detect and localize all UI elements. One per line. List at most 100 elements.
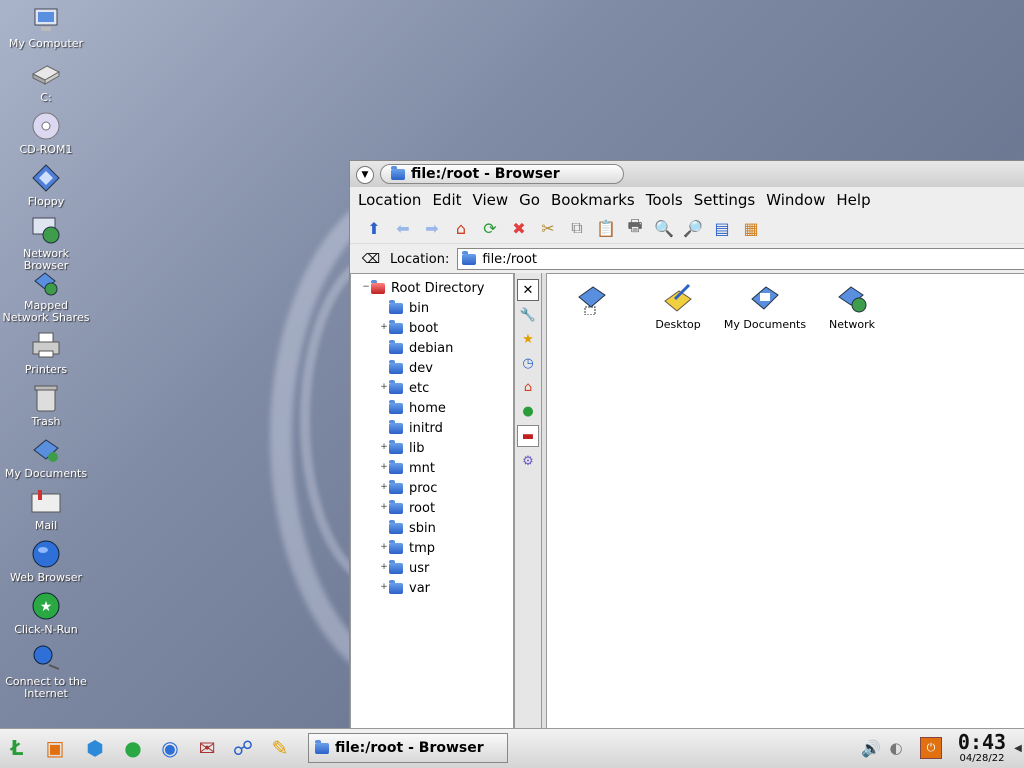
forward-arrow-icon[interactable]: ➡ — [420, 216, 444, 240]
browser-window: ▼ file:/root - Browser Location Edit Vie… — [349, 160, 1024, 730]
settings-knob-icon[interactable]: ◐ — [884, 733, 908, 763]
up-arrow-icon[interactable]: ⬆ — [362, 216, 386, 240]
menu-location[interactable]: Location — [358, 191, 421, 209]
network-globe-icon[interactable]: ● — [518, 401, 538, 421]
menu-bookmarks[interactable]: Bookmarks — [551, 191, 635, 209]
tree-item-debian[interactable]: debian — [379, 338, 453, 358]
menu-edit[interactable]: Edit — [432, 191, 461, 209]
tree-item-usr[interactable]: + usr — [379, 558, 429, 578]
tree-item-home[interactable]: home — [379, 398, 446, 418]
bookmarks-star-icon[interactable]: ★ — [518, 329, 538, 349]
desktop-icon-web-browser[interactable]: Web Browser — [0, 538, 92, 584]
expand-icon[interactable]: + — [379, 463, 389, 473]
window-menu-button[interactable]: ▼ — [356, 166, 374, 184]
tree-item-root[interactable]: + root — [379, 498, 435, 518]
desktop-icon-c-drive[interactable]: C: — [0, 58, 92, 104]
power-icon[interactable]: ⏻ — [918, 733, 944, 763]
history-clock-icon[interactable]: ◷ — [518, 353, 538, 373]
tree-root[interactable]: − Root Directory — [361, 278, 485, 298]
back-arrow-icon[interactable]: ⬅ — [391, 216, 415, 240]
tree-item-mnt[interactable]: + mnt — [379, 458, 435, 478]
tree-item-sbin[interactable]: sbin — [379, 518, 436, 538]
desktop-icon-mail[interactable]: Mail — [0, 486, 92, 532]
print-icon[interactable]: 🖶 — [623, 216, 647, 240]
folder-icon — [389, 399, 403, 414]
task-button-browser[interactable]: file:/root - Browser — [308, 733, 508, 763]
expand-icon[interactable]: + — [379, 583, 389, 593]
trash-icon — [30, 382, 62, 414]
documents-icon — [747, 280, 783, 316]
menu-settings[interactable]: Settings — [694, 191, 756, 209]
home-icon[interactable]: ⌂ — [449, 216, 473, 240]
expand-icon[interactable]: + — [379, 503, 389, 513]
cube-icon[interactable]: ⬢ — [80, 733, 110, 763]
lifejacket-icon[interactable]: ▣ — [40, 733, 70, 763]
mail-icon[interactable]: ✉ — [192, 733, 222, 763]
file-item-network[interactable]: Network — [807, 280, 897, 331]
desktop-icon-connect-internet[interactable]: Connect to the Internet — [0, 642, 92, 700]
tree-item-etc[interactable]: + etc — [379, 378, 429, 398]
desktop-folder-icon[interactable]: ✎ — [265, 733, 295, 763]
copy-icon[interactable]: ⧉ — [565, 216, 589, 240]
tree-item-lib[interactable]: + lib — [379, 438, 424, 458]
desktop-icon-my-documents[interactable]: My Documents — [0, 434, 92, 480]
close-icon[interactable]: ✕ — [517, 279, 539, 301]
tree-item-bin[interactable]: bin — [379, 298, 429, 318]
desktop-icon-cdrom[interactable]: CD-ROM1 — [0, 110, 92, 156]
start-menu-icon[interactable]: Ł — [2, 733, 32, 763]
desktop-icon-my-computer[interactable]: My Computer — [0, 4, 92, 50]
services-icon[interactable]: ⚙ — [518, 451, 538, 471]
cdrom-icon — [30, 110, 62, 142]
reload-icon[interactable]: ⟳ — [478, 216, 502, 240]
desktop-icon-mapped-network-shares[interactable]: Mapped Network Shares — [0, 266, 92, 324]
split-view-icon[interactable]: ▦ — [739, 216, 763, 240]
tree-item-label: root — [409, 500, 436, 516]
folder-icon — [389, 539, 403, 554]
menu-tools[interactable]: Tools — [646, 191, 683, 209]
expand-icon[interactable]: + — [379, 563, 389, 573]
title-bar[interactable]: ▼ file:/root - Browser — [350, 161, 1024, 187]
taskbar: Ł ▣ ⬢ ● ◉ ✉ ☍ ✎ file:/root - Browser 🔊 ◐… — [0, 728, 1024, 768]
zoom-in-icon[interactable]: 🔍 — [652, 216, 676, 240]
tree-item-dev[interactable]: dev — [379, 358, 433, 378]
file-item-my-documents[interactable]: My Documents — [720, 280, 810, 331]
view-mode-icon[interactable]: ▤ — [710, 216, 734, 240]
volume-icon[interactable]: 🔊 — [858, 733, 884, 763]
wrench-icon[interactable]: 🔧 — [518, 305, 538, 325]
expand-icon[interactable]: + — [379, 443, 389, 453]
collapse-icon[interactable]: − — [361, 283, 371, 293]
file-item-desktop[interactable]: Desktop — [633, 280, 723, 331]
clear-location-icon[interactable]: ⌫ — [358, 249, 384, 269]
desktop-icon-printers[interactable]: Printers — [0, 330, 92, 376]
location-input[interactable]: file:/root — [457, 248, 1024, 270]
clock[interactable]: 0:43 04/28/22 — [953, 731, 1011, 767]
desktop-icon-network-browser[interactable]: Network Browser — [0, 214, 92, 272]
tree-item-tmp[interactable]: + tmp — [379, 538, 435, 558]
tray-arrow-icon[interactable]: ◀ — [1012, 733, 1024, 763]
runner-icon[interactable]: ● — [118, 733, 148, 763]
cut-icon[interactable]: ✂ — [536, 216, 560, 240]
connect-icon[interactable]: ☍ — [228, 733, 258, 763]
expand-icon[interactable]: + — [379, 383, 389, 393]
file-item[interactable] — [547, 280, 637, 318]
tree-item-var[interactable]: + var — [379, 578, 430, 598]
menu-window[interactable]: Window — [766, 191, 825, 209]
home-icon[interactable]: ⌂ — [518, 377, 538, 397]
tree-item-initrd[interactable]: initrd — [379, 418, 443, 438]
zoom-out-icon[interactable]: 🔎 — [681, 216, 705, 240]
tree-item-proc[interactable]: + proc — [379, 478, 437, 498]
stop-icon[interactable]: ✖ — [507, 216, 531, 240]
desktop-icon-floppy[interactable]: Floppy — [0, 162, 92, 208]
tree-item-boot[interactable]: + boot — [379, 318, 438, 338]
desktop-icon-trash[interactable]: Trash — [0, 382, 92, 428]
desktop-icon-click-n-run[interactable]: ★ Click-N-Run — [0, 590, 92, 636]
globe-icon[interactable]: ◉ — [155, 733, 185, 763]
paste-icon[interactable]: 📋 — [594, 216, 618, 240]
menu-go[interactable]: Go — [519, 191, 540, 209]
menu-view[interactable]: View — [473, 191, 509, 209]
root-folder-icon[interactable]: ▬ — [517, 425, 539, 447]
expand-icon[interactable]: + — [379, 543, 389, 553]
menu-help[interactable]: Help — [836, 191, 870, 209]
expand-icon[interactable]: + — [379, 483, 389, 493]
expand-icon[interactable]: + — [379, 323, 389, 333]
